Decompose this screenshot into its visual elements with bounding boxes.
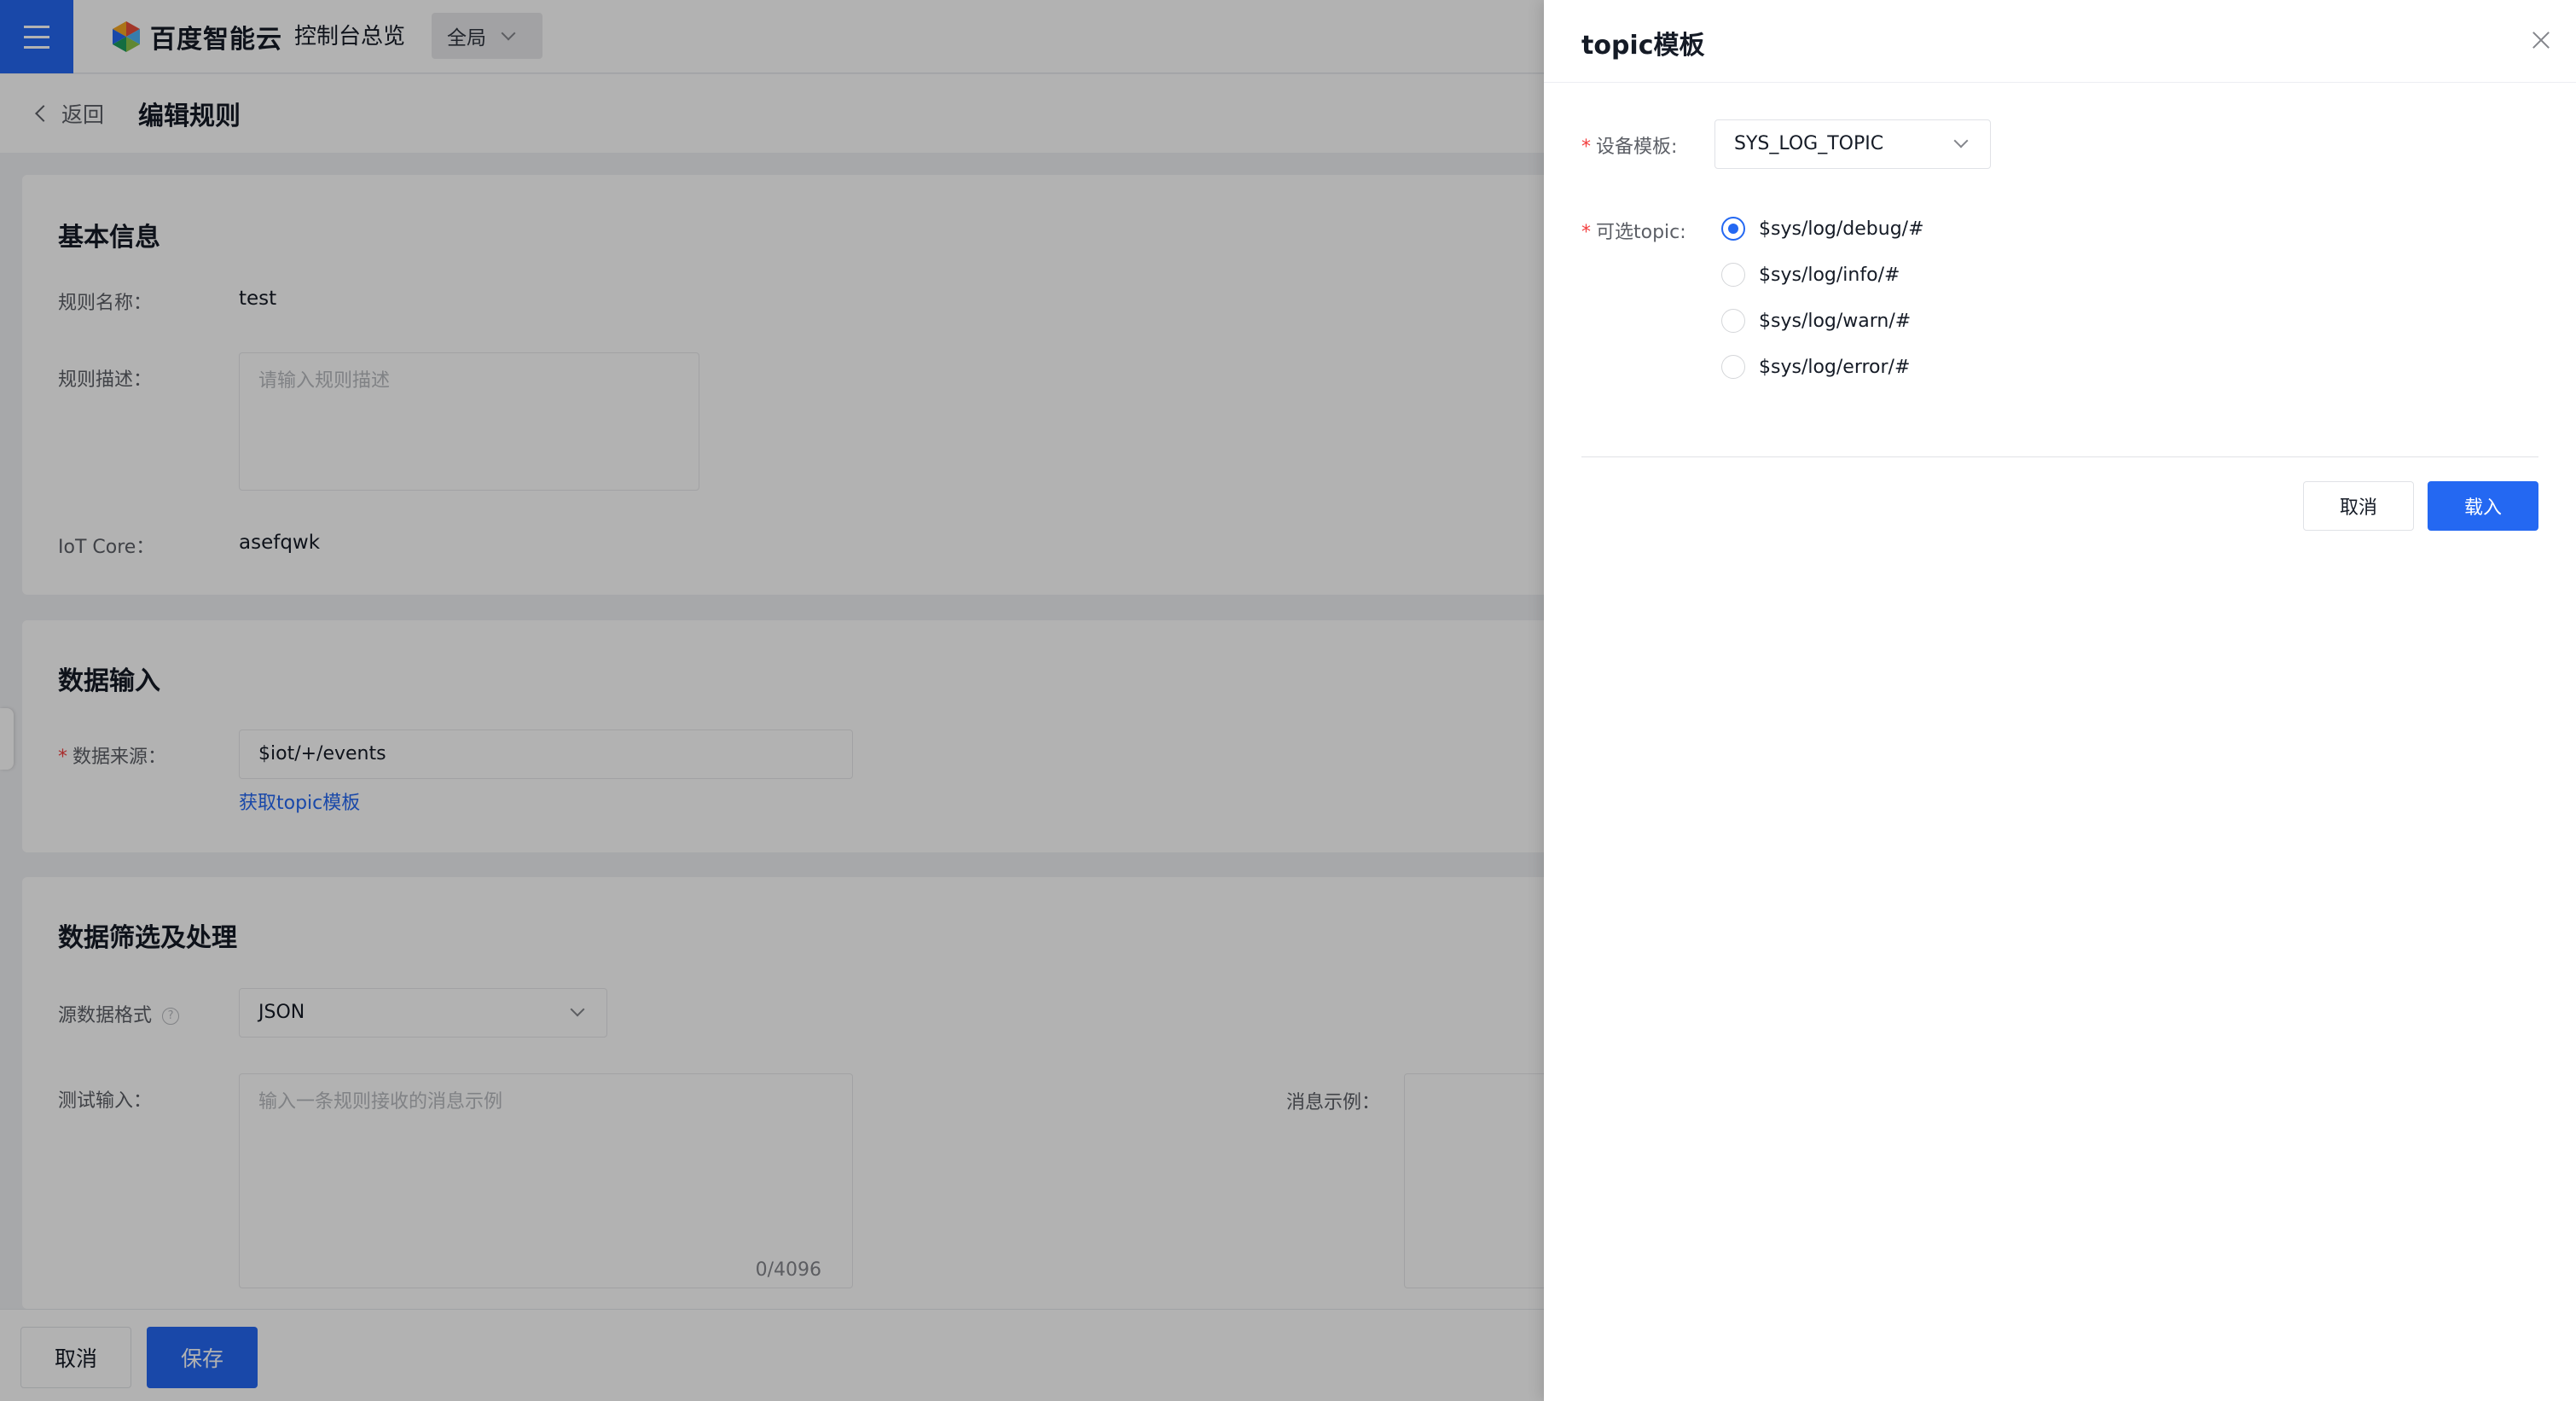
topic-option-label: $sys/log/info/# — [1759, 264, 1900, 286]
chevron-down-icon — [1953, 133, 1969, 148]
radio-button[interactable] — [1721, 217, 1745, 241]
drawer-header-divider — [1544, 82, 2576, 83]
drawer-cancel-button[interactable]: 取消 — [2303, 481, 2414, 531]
device-template-value: SYS_LOG_TOPIC — [1734, 133, 1884, 154]
topic-option-debug[interactable]: $sys/log/debug/# — [1721, 217, 1924, 241]
drawer-footer-divider — [1581, 456, 2538, 457]
radio-button[interactable] — [1721, 355, 1745, 379]
topic-option-info[interactable]: $sys/log/info/# — [1721, 263, 1900, 287]
topic-options-label: * 可选topic: — [1581, 217, 1686, 244]
required-mark: * — [1581, 222, 1591, 243]
device-template-label: * 设备模板: — [1581, 131, 1677, 159]
topic-template-drawer: topic模板 * 设备模板: SYS_LOG_TOPIC * 可选topic: $… — [1544, 0, 2576, 1401]
topic-option-error[interactable]: $sys/log/error/# — [1721, 355, 1910, 379]
device-template-select[interactable]: SYS_LOG_TOPIC — [1714, 119, 1991, 169]
radio-button[interactable] — [1721, 309, 1745, 333]
topic-option-label: $sys/log/error/# — [1759, 356, 1911, 378]
required-mark: * — [1581, 137, 1591, 158]
topic-option-label: $sys/log/debug/# — [1759, 218, 1924, 240]
topic-option-warn[interactable]: $sys/log/warn/# — [1721, 309, 1911, 333]
load-button[interactable]: 载入 — [2428, 481, 2538, 531]
device-template-label-text: 设备模板: — [1596, 137, 1678, 158]
radio-button[interactable] — [1721, 263, 1745, 287]
drawer-title: topic模板 — [1581, 31, 1705, 61]
topic-options-label-text: 可选topic: — [1596, 222, 1686, 243]
close-icon[interactable] — [2530, 29, 2552, 51]
topic-option-label: $sys/log/warn/# — [1759, 310, 1912, 332]
